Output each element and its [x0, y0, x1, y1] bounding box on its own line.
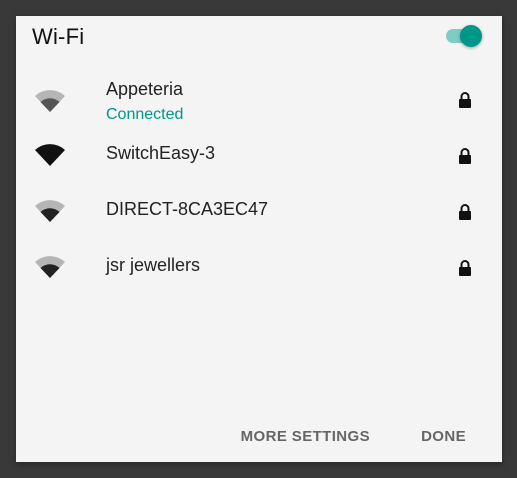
dialog-header: Wi-Fi — [16, 16, 502, 58]
network-name: SwitchEasy-3 — [106, 143, 216, 163]
network-name: jsr jewellers — [106, 255, 201, 275]
wifi-signal-medium-icon — [35, 256, 65, 278]
network-list: Appeteria Connected SwitchEasy-3 DIRECT-… — [16, 74, 502, 298]
lock-icon — [459, 204, 471, 220]
lock-icon — [459, 260, 471, 276]
wifi-toggle[interactable] — [444, 25, 482, 47]
toggle-thumb — [460, 25, 482, 47]
network-row-jsr-jewellers[interactable]: jsr jewellers — [16, 242, 502, 298]
lock-icon — [459, 92, 471, 108]
wifi-dialog: Wi-Fi Appeteria Connected SwitchEasy-3 D… — [16, 16, 502, 462]
network-row-switcheasy-3[interactable]: SwitchEasy-3 — [16, 130, 502, 186]
network-name: DIRECT-8CA3EC47 — [106, 199, 269, 219]
wifi-signal-medium-icon — [35, 90, 65, 112]
more-settings-button[interactable]: MORE SETTINGS — [241, 428, 370, 445]
network-row-appeteria[interactable]: Appeteria Connected — [16, 74, 502, 130]
lock-icon — [459, 148, 471, 164]
wifi-signal-full-icon — [35, 144, 65, 166]
dialog-title: Wi-Fi — [32, 24, 85, 49]
wifi-signal-medium-icon — [35, 200, 65, 222]
network-name: Appeteria — [106, 79, 184, 99]
network-status: Connected — [106, 106, 184, 123]
network-row-direct-8ca3ec47[interactable]: DIRECT-8CA3EC47 — [16, 186, 502, 242]
dialog-actions: MORE SETTINGS DONE — [16, 414, 502, 462]
done-button[interactable]: DONE — [421, 428, 466, 445]
